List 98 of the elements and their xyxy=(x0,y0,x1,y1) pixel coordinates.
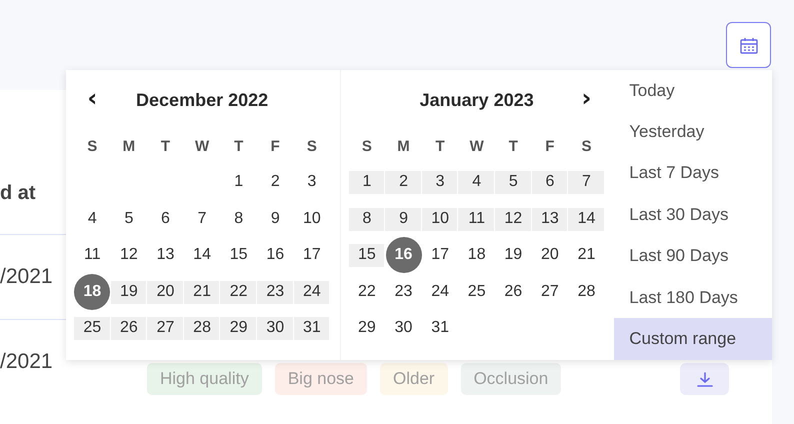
weekday-label: M xyxy=(397,138,410,154)
tag: Occlusion xyxy=(460,363,562,395)
day-cell[interactable]: 20 xyxy=(532,237,568,274)
download-button[interactable] xyxy=(680,363,729,395)
date-text: /2021 xyxy=(0,350,54,374)
calendar-button[interactable] xyxy=(726,22,771,68)
day-cell[interactable]: 1 xyxy=(220,164,257,200)
day-cell[interactable]: 16 xyxy=(386,237,422,274)
day-cell[interactable]: 6 xyxy=(147,200,184,237)
weekday-label: W xyxy=(470,138,484,154)
day-cell[interactable]: 17 xyxy=(294,237,330,274)
day-cell[interactable]: 10 xyxy=(422,200,458,237)
day-cell[interactable]: 15 xyxy=(220,237,257,274)
day-cell[interactable]: 22 xyxy=(220,274,257,310)
day-cell[interactable]: 8 xyxy=(220,200,257,237)
day-cell[interactable]: 2 xyxy=(386,164,422,200)
day-cell[interactable]: 30 xyxy=(257,310,294,346)
day-cell[interactable]: 3 xyxy=(294,164,330,200)
preset-option[interactable]: Custom range xyxy=(614,318,772,360)
tag: Older xyxy=(380,363,448,395)
weekday-label: M xyxy=(122,138,136,154)
day-cell[interactable]: 11 xyxy=(458,200,495,237)
day-cell[interactable]: 27 xyxy=(147,310,184,346)
weekday-label: T xyxy=(234,138,244,154)
weekday-label: T xyxy=(508,138,518,154)
day-cell[interactable]: 6 xyxy=(532,164,568,200)
month-title: January 2023 xyxy=(420,90,534,110)
weekday-label: T xyxy=(160,138,170,154)
day-cell[interactable]: 16 xyxy=(257,237,294,274)
day-cell[interactable]: 31 xyxy=(422,310,458,346)
day-cell[interactable]: 1 xyxy=(348,164,385,200)
day-cell[interactable]: 13 xyxy=(532,200,568,237)
day-cell[interactable]: 5 xyxy=(110,200,147,237)
day-cell[interactable]: 2 xyxy=(257,164,294,200)
day-cell[interactable]: 29 xyxy=(220,310,257,346)
preset-option[interactable]: Yesterday xyxy=(614,111,772,153)
day-cell[interactable]: 9 xyxy=(386,200,422,237)
weekday-label: S xyxy=(362,138,372,154)
day-cell[interactable]: 28 xyxy=(184,310,220,346)
day-cell[interactable]: 15 xyxy=(348,237,385,274)
day-cell[interactable]: 20 xyxy=(147,274,184,310)
day-cell[interactable]: 7 xyxy=(568,164,604,200)
day-cell[interactable]: 5 xyxy=(495,164,532,200)
preset-option[interactable]: Today xyxy=(614,70,772,112)
preset-option[interactable]: Last 90 Days xyxy=(614,236,772,277)
day-cell[interactable]: 18 xyxy=(74,274,110,310)
preset-option[interactable]: Last 180 Days xyxy=(614,276,772,318)
day-cell[interactable]: 4 xyxy=(458,164,495,200)
day-cell[interactable]: 27 xyxy=(532,274,568,310)
download-icon xyxy=(696,371,714,387)
day-cell[interactable]: 9 xyxy=(257,200,294,237)
day-cell[interactable]: 25 xyxy=(74,310,110,346)
day-cell[interactable]: 24 xyxy=(294,274,330,310)
tag: Big nose xyxy=(274,363,367,395)
day-cell[interactable]: 29 xyxy=(348,310,385,346)
weekday-label: W xyxy=(194,138,210,154)
day-cell[interactable]: 31 xyxy=(294,310,330,346)
day-cell[interactable]: 28 xyxy=(568,274,604,310)
day-cell[interactable]: 23 xyxy=(257,274,294,310)
day-cell[interactable]: 11 xyxy=(74,237,110,274)
day-cell[interactable]: 24 xyxy=(422,274,458,310)
previous-month-button[interactable]: ‹ xyxy=(83,86,102,114)
day-cell[interactable]: 22 xyxy=(348,274,385,310)
day-cell[interactable]: 19 xyxy=(495,237,532,274)
day-cell[interactable]: 14 xyxy=(184,237,220,274)
weekday-label: S xyxy=(87,138,98,154)
month-title: December 2022 xyxy=(136,90,268,110)
day-cell[interactable]: 3 xyxy=(422,164,458,200)
day-cell[interactable]: 12 xyxy=(495,200,532,237)
weekday-label: F xyxy=(545,138,554,154)
weekday-label: S xyxy=(581,138,592,154)
next-month-button[interactable]: › xyxy=(578,86,596,114)
day-cell[interactable]: 25 xyxy=(458,274,495,310)
day-cell[interactable]: 18 xyxy=(458,237,495,274)
day-cell[interactable]: 4 xyxy=(74,200,110,237)
day-cell[interactable]: 26 xyxy=(110,310,147,346)
day-cell[interactable]: 17 xyxy=(422,237,458,274)
tag: High quality xyxy=(147,363,262,395)
day-cell[interactable]: 8 xyxy=(348,200,385,237)
weekday-label: S xyxy=(306,138,317,154)
day-cell[interactable]: 19 xyxy=(110,274,147,310)
preset-option[interactable]: Last 30 Days xyxy=(614,194,772,236)
day-cell[interactable]: 21 xyxy=(568,237,604,274)
weekday-label: F xyxy=(270,138,280,154)
day-cell[interactable]: 23 xyxy=(386,274,422,310)
day-cell[interactable]: 30 xyxy=(386,310,422,346)
day-cell[interactable]: 26 xyxy=(495,274,532,310)
date-text: /2021 xyxy=(0,265,54,289)
day-cell[interactable]: 13 xyxy=(147,237,184,274)
day-cell[interactable]: 21 xyxy=(184,274,220,310)
weekday-label: T xyxy=(436,138,445,154)
calendar-icon xyxy=(740,36,758,54)
day-cell[interactable]: 10 xyxy=(294,200,330,237)
day-cell[interactable]: 7 xyxy=(184,200,220,237)
day-cell[interactable]: 14 xyxy=(568,200,604,237)
preset-option[interactable]: Last 7 Days xyxy=(614,152,772,194)
column-header: d at xyxy=(0,182,36,205)
day-cell[interactable]: 12 xyxy=(110,237,147,274)
